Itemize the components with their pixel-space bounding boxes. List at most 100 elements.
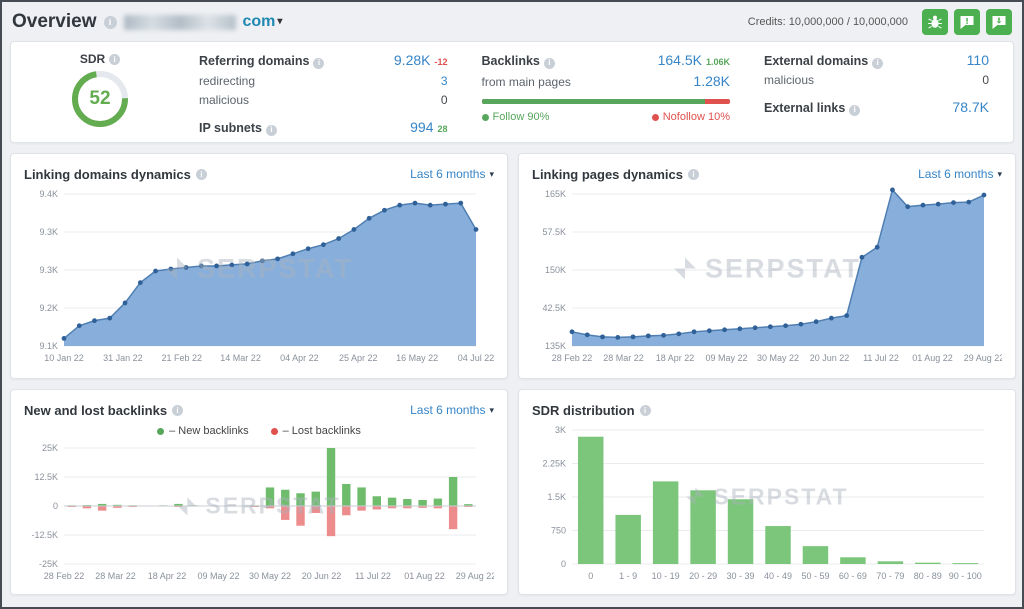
backlinks-row: Backlinks 164.5K 1.06K	[482, 52, 731, 70]
domain-dropdown[interactable]: com ▾	[243, 13, 283, 31]
chevron-down-icon: ▾	[997, 170, 1002, 179]
ip-subnets-delta: 28	[437, 121, 447, 137]
feedback-button[interactable]	[954, 9, 980, 35]
svg-text:20 Jun 22: 20 Jun 22	[302, 571, 342, 581]
info-icon[interactable]	[640, 405, 651, 416]
info-icon[interactable]	[313, 58, 324, 69]
linking-domains-chart: SERPSTAT 9.4K9.3K9.3K9.2K9.1K10 Jan 2231…	[24, 186, 494, 366]
svg-text:16 May 22: 16 May 22	[396, 353, 438, 363]
info-icon[interactable]	[849, 105, 860, 116]
svg-text:50 - 59: 50 - 59	[801, 571, 829, 581]
svg-text:750: 750	[551, 526, 566, 536]
info-icon[interactable]	[196, 169, 207, 180]
referring-domains-label: Referring domains	[199, 53, 309, 69]
referring-domains-value[interactable]: 9.28K	[394, 52, 431, 68]
chevron-down-icon: ▾	[277, 17, 282, 27]
new-lost-backlinks-title: New and lost backlinks	[24, 403, 167, 418]
period-label: Last 6 months	[410, 167, 485, 181]
svg-text:3K: 3K	[555, 425, 566, 435]
svg-text:150K: 150K	[545, 265, 566, 275]
domain-suffix: com	[243, 13, 276, 31]
period-selector[interactable]: Last 6 months ▾	[410, 403, 494, 417]
info-icon[interactable]	[109, 54, 120, 65]
redirecting-value[interactable]: 3	[441, 73, 448, 89]
svg-text:30 May 22: 30 May 22	[249, 571, 291, 581]
from-main-pages-row: from main pages 1.28K	[482, 73, 731, 90]
lost-backlinks-legend-label: – Lost backlinks	[283, 425, 361, 437]
lost-backlinks-dot	[271, 428, 278, 435]
svg-text:0: 0	[561, 559, 566, 569]
linking-pages-chart: SERPSTAT 165K57.5K150K42.5K135K28 Feb 22…	[532, 186, 1002, 366]
external-domains-row: External domains 110	[764, 52, 989, 69]
sdr-label: SDR	[80, 52, 105, 66]
external-links-row: External links 78.7K	[764, 99, 989, 116]
svg-text:70 - 79: 70 - 79	[876, 571, 904, 581]
svg-text:165K: 165K	[545, 189, 566, 199]
svg-text:04 Jul 22: 04 Jul 22	[458, 353, 494, 363]
linking-pages-title: Linking pages dynamics	[532, 167, 683, 182]
bug-report-button[interactable]	[922, 9, 948, 35]
ip-subnets-row: IP subnets 994 28	[199, 119, 448, 137]
linking-domains-title: Linking domains dynamics	[24, 167, 191, 182]
period-label: Last 6 months	[410, 403, 485, 417]
malicious-label: malicious	[199, 92, 249, 108]
sdr-value: 52	[70, 69, 130, 129]
redirecting-label: redirecting	[199, 73, 255, 89]
svg-text:57.5K: 57.5K	[542, 227, 566, 237]
follow-label: Follow 90%	[493, 111, 550, 123]
help-chat-button[interactable]	[986, 9, 1012, 35]
external-links-label: External links	[764, 100, 845, 116]
svg-text:20 Jun 22: 20 Jun 22	[810, 353, 850, 363]
svg-text:-12.5K: -12.5K	[31, 530, 58, 540]
malicious-links-label: malicious	[764, 72, 814, 88]
chart-legend: – New backlinks – Lost backlinks	[24, 422, 494, 440]
malicious-links-value: 0	[982, 72, 989, 88]
dashboard-page: Overview com ▾ Credits: 10,000,000 / 10,…	[0, 0, 1024, 609]
info-icon[interactable]	[872, 58, 883, 69]
period-selector[interactable]: Last 6 months ▾	[918, 167, 1002, 181]
svg-text:135K: 135K	[545, 341, 566, 351]
new-backlinks-legend-label: – New backlinks	[169, 425, 248, 437]
redacted-domain	[124, 15, 236, 30]
backlinks-value[interactable]: 164.5K	[658, 52, 702, 68]
svg-text:14 Mar 22: 14 Mar 22	[220, 353, 261, 363]
info-icon[interactable]	[172, 405, 183, 416]
info-icon[interactable]	[104, 16, 117, 29]
malicious-domains-row: malicious 0	[199, 92, 448, 108]
external-links-value[interactable]: 78.7K	[952, 99, 989, 115]
sdr-distribution-chart: SERPSTAT 3K2.25K1.5K750001 - 910 - 1920 …	[532, 422, 1002, 584]
svg-text:10 Jan 22: 10 Jan 22	[44, 353, 84, 363]
svg-text:80 - 89: 80 - 89	[914, 571, 942, 581]
nofollow-dot	[652, 114, 659, 121]
svg-text:12.5K: 12.5K	[34, 472, 58, 482]
linking-domains-card: Linking domains dynamics Last 6 months ▾…	[10, 153, 508, 379]
nofollow-label: Nofollow 10%	[663, 111, 730, 123]
redirecting-row: redirecting 3	[199, 73, 448, 89]
info-icon[interactable]	[266, 125, 277, 136]
svg-text:9.2K: 9.2K	[39, 303, 58, 313]
svg-text:1 - 9: 1 - 9	[619, 571, 637, 581]
external-domains-value[interactable]: 110	[967, 52, 989, 68]
sdr-gauge: 52	[70, 69, 130, 129]
malicious-value: 0	[441, 92, 448, 108]
svg-text:42.5K: 42.5K	[542, 303, 566, 313]
backlinks-block: Backlinks 164.5K 1.06K from main pages 1…	[482, 52, 731, 123]
info-icon[interactable]	[544, 58, 555, 69]
ip-subnets-value[interactable]: 994	[410, 119, 433, 135]
top-bar: Overview com ▾ Credits: 10,000,000 / 10,…	[10, 7, 1014, 37]
svg-text:01 Aug 22: 01 Aug 22	[404, 571, 445, 581]
svg-text:31 Jan 22: 31 Jan 22	[103, 353, 143, 363]
svg-text:29 Aug 22: 29 Aug 22	[964, 353, 1002, 363]
svg-text:29 Aug 22: 29 Aug 22	[456, 571, 494, 581]
new-lost-backlinks-chart: SERPSTAT 25K12.5K0-12.5K-25K28 Feb 2228 …	[24, 440, 494, 584]
svg-text:21 Feb 22: 21 Feb 22	[161, 353, 202, 363]
svg-text:04 Apr 22: 04 Apr 22	[280, 353, 319, 363]
svg-text:9.3K: 9.3K	[39, 227, 58, 237]
info-icon[interactable]	[688, 169, 699, 180]
svg-text:18 Apr 22: 18 Apr 22	[656, 353, 695, 363]
malicious-links-row: malicious 0	[764, 72, 989, 88]
backlinks-label: Backlinks	[482, 53, 540, 69]
period-selector[interactable]: Last 6 months ▾	[410, 167, 494, 181]
from-main-pages-value[interactable]: 1.28K	[693, 73, 730, 89]
svg-text:30 May 22: 30 May 22	[757, 353, 799, 363]
